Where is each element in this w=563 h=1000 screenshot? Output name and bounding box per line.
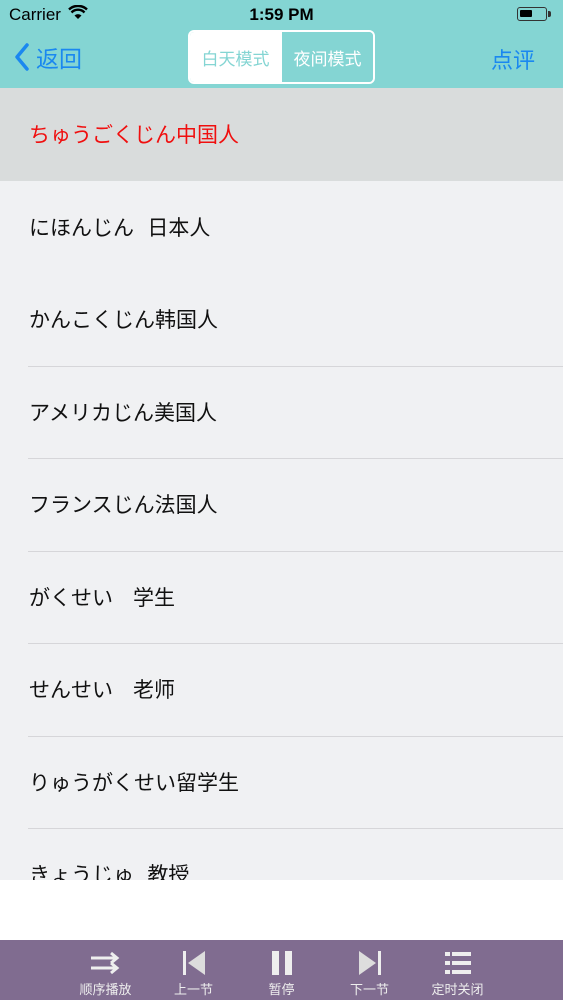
list-item[interactable]: りゅうがくせい 留学生 bbox=[0, 735, 563, 829]
next-button[interactable]: 下一节 bbox=[326, 940, 414, 1000]
mode-segmented-control: 白天模式 夜间模式 bbox=[188, 30, 375, 84]
kanji: 美国人 bbox=[153, 400, 217, 425]
kanji: 学生 bbox=[133, 585, 176, 610]
pause-icon bbox=[271, 951, 292, 975]
navigation-header: Carrier 1:59 PM 返回 白天模式 夜间模式 点评 bbox=[0, 0, 563, 88]
kanji: 老师 bbox=[133, 678, 176, 703]
kana: アメリカじん bbox=[29, 400, 154, 425]
skip-previous-icon bbox=[182, 951, 205, 975]
chevron-left-icon bbox=[15, 43, 29, 71]
kana: ちゅうごくじん bbox=[29, 123, 176, 148]
kana: りゅうがくせい bbox=[29, 770, 176, 795]
timer-off-button[interactable]: 定时关闭 bbox=[414, 940, 502, 1000]
pause-button[interactable]: 暂停 bbox=[238, 940, 326, 1000]
back-label: 返回 bbox=[36, 47, 82, 73]
night-mode-segment[interactable]: 夜间模式 bbox=[281, 32, 373, 82]
list-item[interactable]: がくせい 学生 bbox=[0, 550, 563, 644]
kanji: 日本人 bbox=[147, 215, 211, 240]
list-item[interactable]: きょうじゅ 教授 bbox=[0, 828, 563, 880]
list-item[interactable]: ちゅうごくじん 中国人 bbox=[0, 88, 563, 181]
review-button[interactable]: 点评 bbox=[491, 43, 535, 75]
order-play-label: 顺序播放 bbox=[79, 983, 132, 998]
kanji: 教授 bbox=[147, 863, 190, 880]
vocabulary-list[interactable]: ちゅうごくじん 中国人 にほんじん 日本人 かんこくじん 韩国人 アメリカじん … bbox=[0, 88, 563, 880]
kana: にほんじん bbox=[29, 215, 148, 240]
next-label: 下一节 bbox=[349, 983, 389, 998]
day-mode-segment[interactable]: 白天模式 bbox=[190, 32, 281, 82]
previous-label: 上一节 bbox=[173, 983, 213, 998]
previous-button[interactable]: 上一节 bbox=[150, 940, 238, 1000]
kanji: 中国人 bbox=[176, 123, 239, 148]
clock: 1:59 PM bbox=[249, 5, 314, 24]
kana: フランスじん bbox=[29, 493, 155, 518]
list-item[interactable]: かんこくじん 韩国人 bbox=[0, 273, 563, 366]
list-icon bbox=[444, 952, 471, 974]
kana: せんせい bbox=[29, 678, 134, 703]
list-item[interactable]: アメリカじん 美国人 bbox=[0, 365, 563, 459]
kanji: 法国人 bbox=[154, 493, 218, 518]
timer-off-label: 定时关闭 bbox=[431, 983, 484, 998]
kana: かんこくじん bbox=[29, 308, 155, 333]
kanji: 韩国人 bbox=[155, 308, 218, 333]
kanji: 留学生 bbox=[176, 770, 239, 795]
skip-next-icon bbox=[358, 951, 381, 975]
repeat-order-icon bbox=[90, 951, 119, 975]
battery-icon bbox=[517, 7, 551, 21]
list-item[interactable]: フランスじん 法国人 bbox=[0, 458, 563, 551]
back-button[interactable]: 返回 bbox=[14, 40, 82, 74]
pause-label: 暂停 bbox=[268, 983, 295, 998]
list-item[interactable]: にほんじん 日本人 bbox=[0, 181, 563, 274]
kana: がくせい bbox=[29, 585, 134, 610]
order-play-button[interactable]: 顺序播放 bbox=[62, 940, 150, 1000]
status-bar: Carrier 1:59 PM bbox=[0, 0, 563, 30]
list-item[interactable]: せんせい 老师 bbox=[0, 643, 563, 736]
player-bar: 顺序播放 上一节 暂停 下一节 定时关闭 bbox=[0, 940, 563, 1000]
kana: きょうじゅ bbox=[29, 863, 148, 880]
